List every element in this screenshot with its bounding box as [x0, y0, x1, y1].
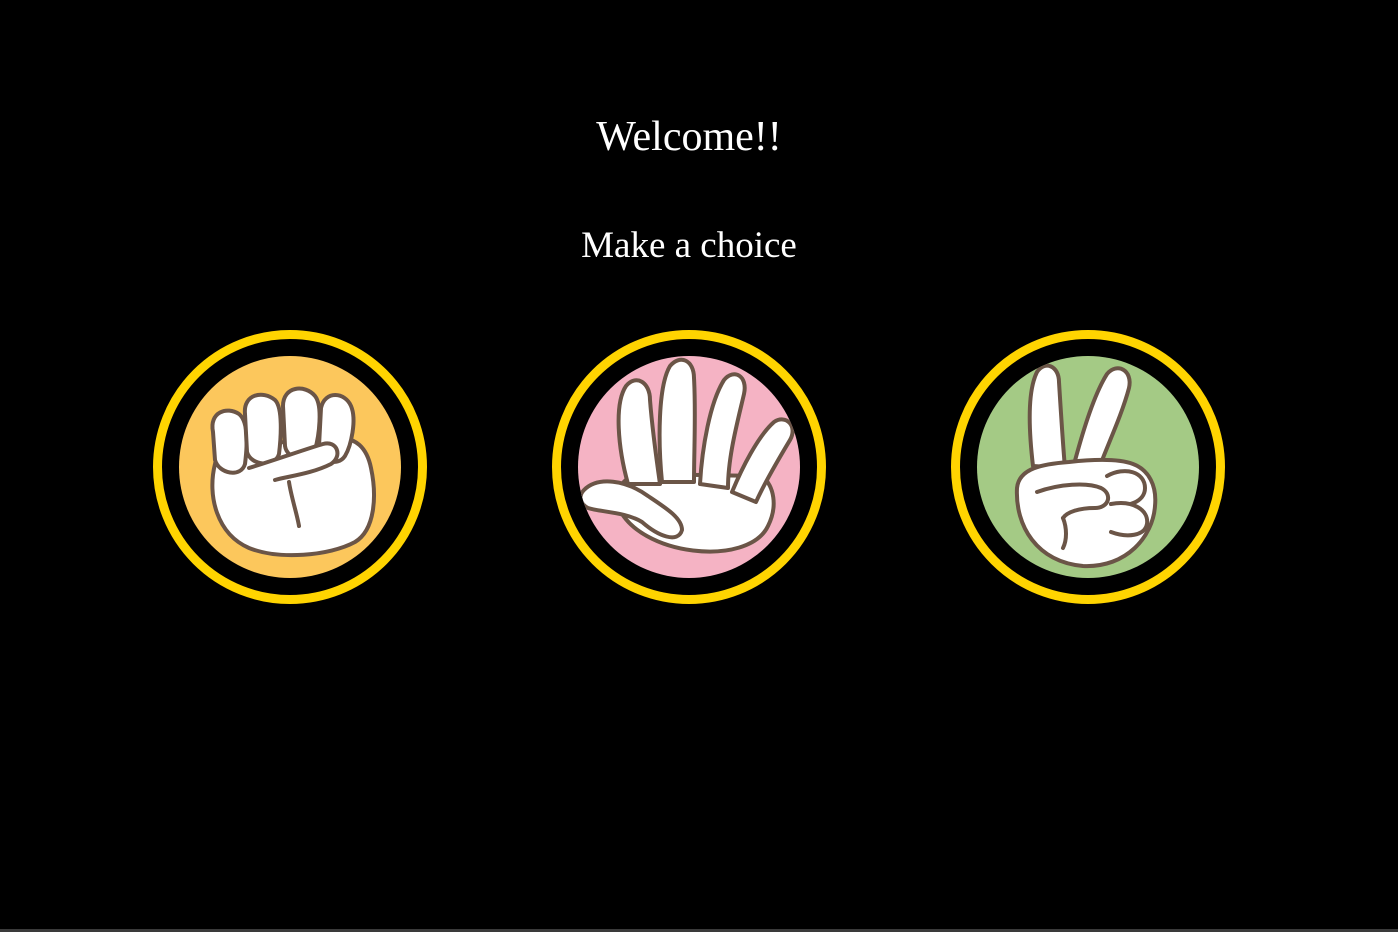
page-title: Welcome!! [596, 114, 782, 160]
paper-choice-button[interactable] [552, 330, 826, 604]
choice-prompt: Make a choice [581, 225, 797, 266]
rock-choice-button[interactable] [153, 330, 427, 604]
rock-fist-icon [210, 386, 376, 558]
scissors-disc [977, 356, 1199, 578]
scissors-choice-button[interactable] [951, 330, 1225, 604]
scissors-hand-icon [1014, 363, 1158, 569]
rock-disc [179, 356, 401, 578]
paper-disc [578, 356, 800, 578]
paper-hand-icon [578, 357, 795, 554]
